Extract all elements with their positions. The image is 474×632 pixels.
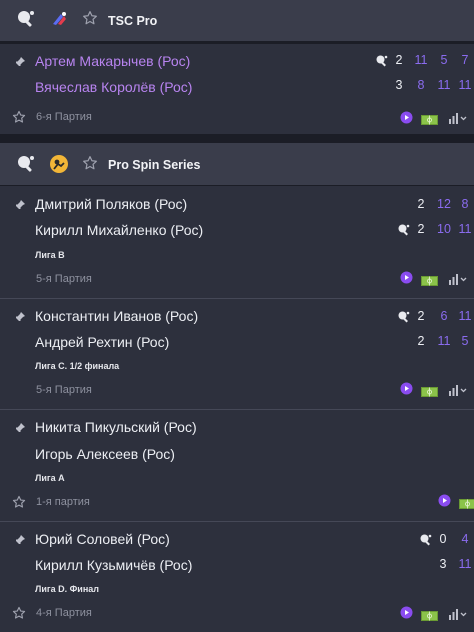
player-1-name[interactable]: Юрий Соловей (Рос) — [35, 531, 170, 547]
player-2-name[interactable]: Вячеслав Королёв (Рос) — [35, 79, 192, 95]
match-card[interactable]: Никита Пикульский (Рос) Игорь Алексеев (… — [0, 410, 474, 521]
match-field-icon[interactable] — [421, 273, 438, 286]
pin-icon[interactable] — [14, 533, 26, 545]
star-outline-icon[interactable] — [82, 155, 98, 176]
league-header-pro-spin-series[interactable]: Pro Spin Series — [0, 143, 474, 185]
player-1-game-1: 6 — [440, 309, 448, 323]
play-video-icon[interactable] — [438, 494, 451, 507]
play-video-icon[interactable] — [400, 606, 413, 619]
player-2-game-2: 11 — [437, 78, 451, 92]
table-tennis-icon — [16, 154, 36, 179]
pro-spin-logo — [49, 154, 69, 174]
league-name: TSC Pro — [108, 14, 158, 28]
pin-icon[interactable] — [14, 310, 26, 322]
player-1-name[interactable]: Артем Макарычев (Рос) — [35, 53, 190, 69]
match-period: 6-я Партия — [36, 111, 92, 123]
tsc-pro-logo — [49, 9, 69, 29]
match-card[interactable]: Дмитрий Поляков (Рос) Кирилл Михайленко … — [0, 186, 474, 298]
player-2-game-3: 11 — [458, 78, 472, 92]
player-2-name[interactable]: Кирилл Михайленко (Рос) — [35, 222, 203, 238]
player-2-game-2: 5 — [461, 334, 469, 348]
star-outline-icon[interactable] — [12, 110, 26, 129]
match-field-icon[interactable] — [421, 608, 438, 621]
match-period: 4-я Партия — [36, 607, 92, 619]
player-1-name[interactable]: Никита Пикульский (Рос) — [35, 419, 197, 435]
player-2-game-1: 11 — [437, 334, 451, 348]
match-period: 5-я Партия — [36, 273, 92, 285]
player-1-sets: 2 — [417, 197, 425, 211]
match-field-icon[interactable] — [459, 496, 474, 509]
player-2-sets: 3 — [439, 557, 447, 571]
league-round: Лига D. Финал — [35, 584, 99, 594]
player-1-sets: 2 — [417, 309, 425, 323]
serve-ball-icon — [397, 223, 410, 236]
stats-chart-icon[interactable] — [449, 111, 467, 124]
match-field-icon[interactable] — [421, 112, 438, 125]
serve-ball-icon — [397, 310, 410, 323]
pin-icon[interactable] — [14, 421, 26, 433]
match-card[interactable]: Константин Иванов (Рос) Андрей Рехтин (Р… — [0, 299, 474, 409]
player-1-game-2: 5 — [440, 53, 448, 67]
star-outline-icon[interactable] — [12, 606, 26, 625]
player-2-game-2: 11 — [458, 222, 472, 236]
star-outline-icon[interactable] — [82, 10, 98, 31]
match-period: 1-я партия — [36, 496, 90, 508]
league-round: Лига C. 1/2 финала — [35, 361, 120, 371]
player-1-name[interactable]: Константин Иванов (Рос) — [35, 308, 198, 324]
pin-icon[interactable] — [14, 55, 26, 67]
match-period: 5-я Партия — [36, 384, 92, 396]
serve-ball-icon — [375, 54, 388, 67]
league-name: Pro Spin Series — [108, 158, 201, 172]
player-2-game-1: 8 — [417, 78, 425, 92]
pin-icon[interactable] — [14, 198, 26, 210]
section-gap — [0, 134, 474, 142]
player-1-game-2: 11 — [458, 309, 472, 323]
player-1-sets: 0 — [439, 532, 447, 546]
play-video-icon[interactable] — [400, 111, 413, 124]
player-2-game-1: 11 — [458, 557, 472, 571]
serve-ball-icon — [419, 533, 432, 546]
player-1-game-3: 7 — [461, 53, 469, 67]
play-video-icon[interactable] — [400, 382, 413, 395]
player-1-game-2: 8 — [461, 197, 469, 211]
league-header-tsc-pro[interactable]: TSC Pro — [0, 0, 474, 41]
stats-chart-icon[interactable] — [449, 383, 467, 396]
play-video-icon[interactable] — [400, 271, 413, 284]
player-2-name[interactable]: Кирилл Кузьмичёв (Рос) — [35, 557, 192, 573]
match-card[interactable]: Артем Макарычев (Рос) Вячеслав Королёв (… — [0, 44, 474, 134]
player-1-name[interactable]: Дмитрий Поляков (Рос) — [35, 196, 187, 212]
player-1-game-1: 12 — [437, 197, 451, 211]
player-2-sets: 2 — [417, 222, 425, 236]
player-2-name[interactable]: Игорь Алексеев (Рос) — [35, 446, 175, 462]
player-2-sets: 2 — [417, 334, 425, 348]
league-round: Лига A — [35, 473, 65, 483]
table-tennis-icon — [16, 9, 36, 34]
match-card[interactable]: Юрий Соловей (Рос) Кирилл Кузьмичёв (Рос… — [0, 522, 474, 632]
match-field-icon[interactable] — [421, 384, 438, 397]
star-outline-icon[interactable] — [12, 495, 26, 514]
stats-chart-icon[interactable] — [449, 607, 467, 620]
player-1-sets: 2 — [395, 53, 403, 67]
player-1-game-1: 11 — [414, 53, 428, 67]
player-2-game-1: 10 — [437, 222, 451, 236]
player-1-game-1: 4 — [461, 532, 469, 546]
league-round: Лига B — [35, 250, 65, 260]
player-2-name[interactable]: Андрей Рехтин (Рос) — [35, 334, 169, 350]
player-2-sets: 3 — [395, 78, 403, 92]
stats-chart-icon[interactable] — [449, 272, 467, 285]
